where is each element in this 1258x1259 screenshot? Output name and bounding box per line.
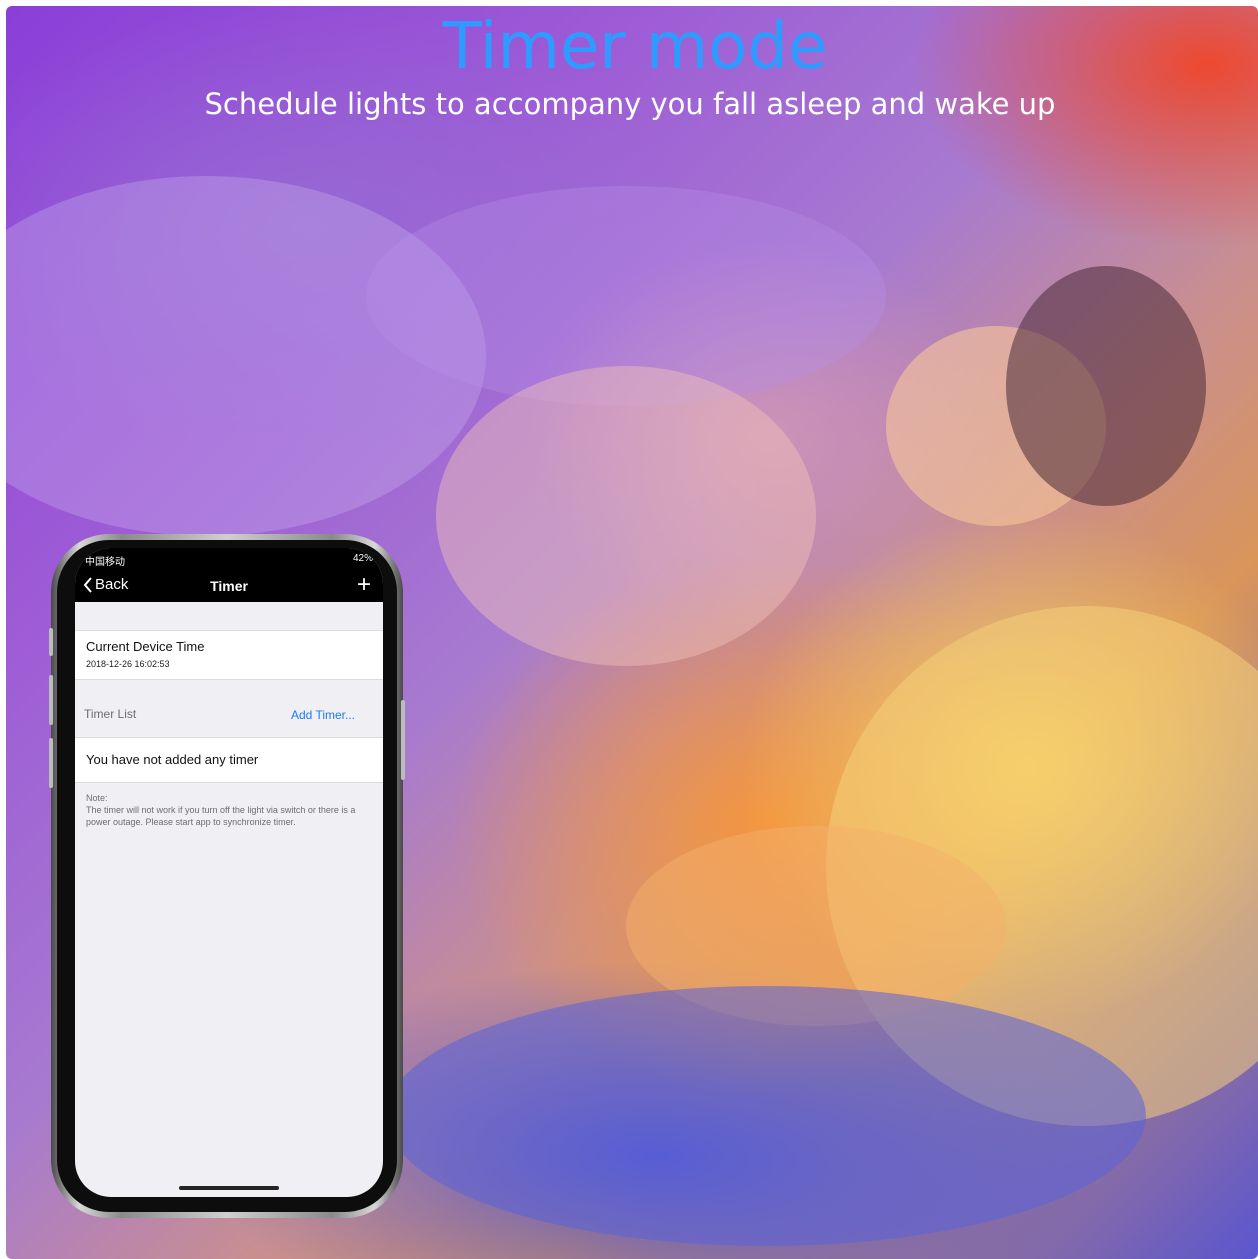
add-timer-link[interactable]: Add Timer... xyxy=(291,708,355,722)
page-title: Timer mode xyxy=(442,10,828,84)
home-indicator[interactable] xyxy=(179,1186,279,1190)
nav-bar: Back Timer + xyxy=(75,571,383,602)
carrier-label: 中国移动 xyxy=(85,557,125,568)
volume-button xyxy=(49,675,53,725)
volume-button xyxy=(49,628,53,656)
note-text: Note: The timer will not work if you tur… xyxy=(86,792,371,828)
battery-label: 42% xyxy=(352,553,373,564)
phone-screen: 中国移动 42% Back Timer + Current Device Tim… xyxy=(75,548,383,1197)
torso-shape xyxy=(436,366,816,666)
empty-timer-message: You have not added any timer xyxy=(86,752,259,767)
phone-notch xyxy=(141,548,313,576)
blanket-shape xyxy=(386,986,1146,1246)
power-button xyxy=(401,700,405,780)
device-time-card: Current Device Time 2018-12-26 16:02:53 xyxy=(75,630,383,680)
screen-title: Timer xyxy=(210,578,248,594)
timer-list-label: Timer List xyxy=(84,707,137,721)
add-icon[interactable]: + xyxy=(357,571,371,599)
note-body: The timer will not work if you turn off … xyxy=(86,805,356,827)
volume-button xyxy=(49,738,53,788)
device-time-value: 2018-12-26 16:02:53 xyxy=(86,659,170,669)
device-time-label: Current Device Time xyxy=(86,639,205,654)
hair-shape xyxy=(1006,266,1206,506)
note-heading: Note: xyxy=(86,793,108,803)
page-subtitle: Schedule lights to accompany you fall as… xyxy=(204,87,1056,121)
timer-empty-card: You have not added any timer xyxy=(75,737,383,783)
